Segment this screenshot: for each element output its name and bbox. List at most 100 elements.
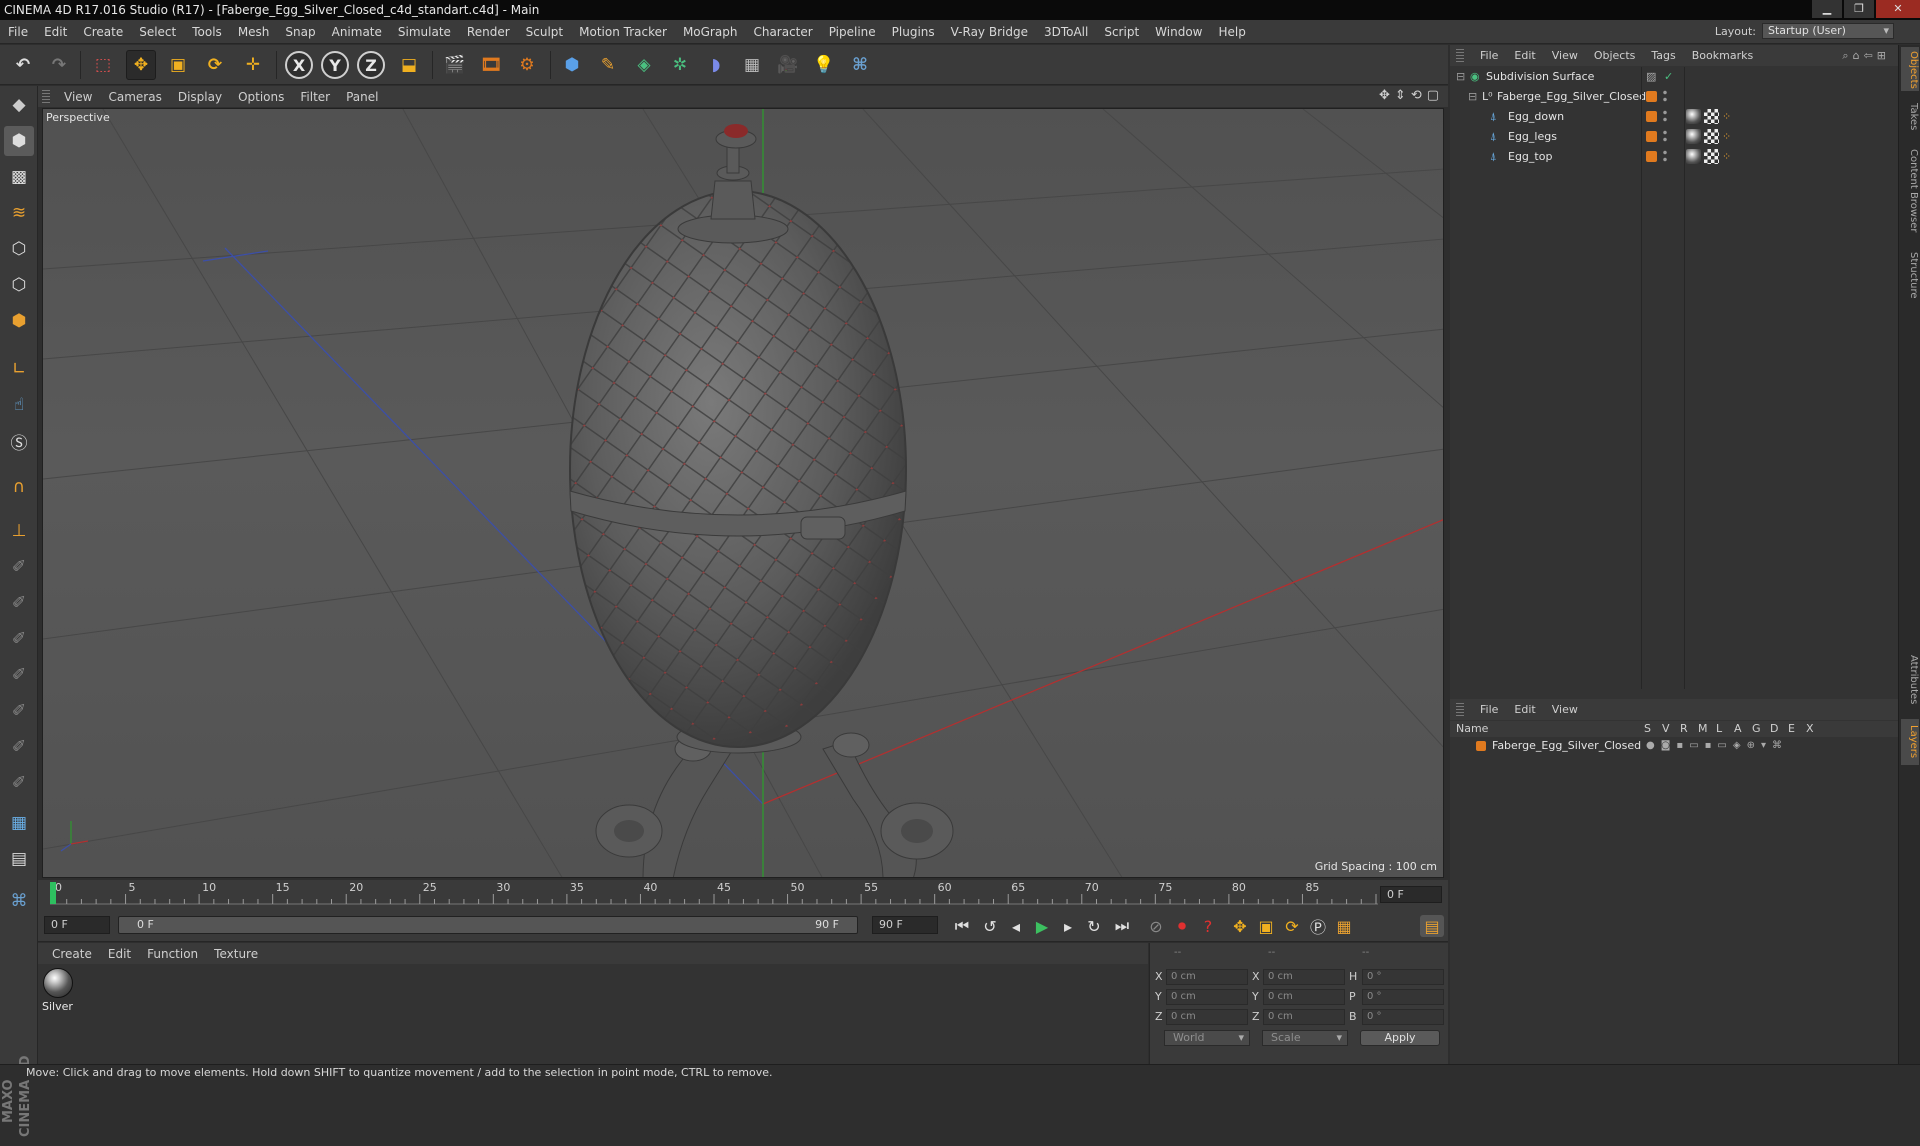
size-y-field[interactable]: 0 cm	[1263, 989, 1345, 1005]
object-row-egg-down[interactable]: ⍋ Egg_down ⁘	[1450, 107, 1898, 126]
model-mode-icon[interactable]: ⬢	[4, 126, 34, 156]
coordinate-space-dropdown[interactable]: World	[1164, 1030, 1250, 1046]
rotation-h-field[interactable]: 0 °	[1362, 969, 1444, 985]
viewport-menu-options[interactable]: Options	[230, 90, 292, 104]
render-view-icon[interactable]: 🎬	[440, 50, 470, 80]
layer-toggle-icons[interactable]: ●◙▪▭▪▭◈⊕▾⌘	[1646, 737, 1788, 754]
redo-icon[interactable]: ↷	[44, 50, 74, 80]
workplane-mode-icon[interactable]: ≋	[4, 198, 34, 228]
y-axis-lock-button[interactable]: Y	[321, 51, 349, 79]
menu-vray-bridge[interactable]: V-Ray Bridge	[943, 25, 1036, 39]
menu-select[interactable]: Select	[131, 25, 184, 39]
timeline-ruler[interactable]: 051015202530354045505560657075808590	[50, 880, 1378, 910]
menu-simulate[interactable]: Simulate	[390, 25, 459, 39]
make-editable-icon[interactable]: ◆	[4, 90, 34, 120]
brush-tool-2-icon[interactable]: ✐	[4, 588, 34, 618]
current-frame-field[interactable]: 0 F	[1380, 886, 1442, 903]
brush-tool-5-icon[interactable]: ✐	[4, 696, 34, 726]
layer-color-tag[interactable]	[1646, 151, 1657, 162]
light-icon[interactable]: 💡	[809, 50, 839, 80]
side-tab-structure[interactable]: Structure	[1901, 245, 1919, 305]
key-pla-icon[interactable]: ▦	[1332, 915, 1356, 937]
timeline[interactable]: 051015202530354045505560657075808590 0 F	[38, 880, 1448, 910]
phong-tag-icon[interactable]: ⁘	[1722, 107, 1731, 126]
record-keys-disabled-icon[interactable]: ⊘	[1144, 915, 1168, 937]
axis-mode-icon[interactable]: ∟	[4, 354, 34, 384]
brush-tool-4-icon[interactable]: ✐	[4, 660, 34, 690]
menu-snap[interactable]: Snap	[277, 25, 323, 39]
layers-menu-edit[interactable]: Edit	[1506, 703, 1543, 716]
menu-create[interactable]: Create	[75, 25, 131, 39]
previous-frame-icon[interactable]: ◂	[1004, 915, 1028, 937]
layer-color-tag[interactable]	[1646, 91, 1657, 102]
menu-window[interactable]: Window	[1147, 25, 1210, 39]
move-tool-icon[interactable]: ✥	[126, 50, 156, 80]
undo-icon[interactable]: ↶	[8, 50, 38, 80]
menu-mesh[interactable]: Mesh	[230, 25, 278, 39]
visibility-dots[interactable]	[1663, 109, 1667, 124]
material-tag-icon[interactable]	[1686, 149, 1701, 164]
subdivision-generator-icon[interactable]: ◈	[629, 50, 659, 80]
spline-pen-icon[interactable]: ✎	[593, 50, 623, 80]
rotate-tool-icon[interactable]: ⟳	[200, 50, 230, 80]
goto-end-icon[interactable]: ⏭	[1110, 915, 1134, 937]
multi-transform-icon[interactable]: ✛	[238, 50, 268, 80]
magnet-icon[interactable]: ∩	[4, 472, 34, 502]
object-row-faberge-egg[interactable]: ⊟ L⁰ Faberge_Egg_Silver_Closed	[1450, 87, 1898, 106]
brush-tool-7-icon[interactable]: ✐	[4, 768, 34, 798]
planar-workplane-icon[interactable]: ▤	[4, 844, 34, 874]
key-scale-icon[interactable]: ▣	[1254, 915, 1278, 937]
snap-toggle-icon[interactable]: Ⓢ	[4, 426, 34, 456]
side-tab-objects[interactable]: Objects	[1901, 47, 1919, 91]
autokey-icon[interactable]: ?	[1196, 915, 1220, 937]
live-selection-icon[interactable]: ⬚	[88, 50, 118, 80]
menu-pipeline[interactable]: Pipeline	[821, 25, 884, 39]
next-key-icon[interactable]: ↻	[1082, 915, 1106, 937]
layer-color-tag[interactable]	[1646, 131, 1657, 142]
object-manager-search-icons[interactable]: ⌕⌂⇦⊞	[1842, 49, 1890, 63]
edit-toggle-icon[interactable]: ▨	[1646, 67, 1656, 86]
mograph-cloner-icon[interactable]: ✲	[665, 50, 695, 80]
phong-tag-icon[interactable]: ⁘	[1722, 147, 1731, 166]
coordinate-system-icon[interactable]: ⬓	[394, 50, 424, 80]
next-frame-icon[interactable]: ▸	[1056, 915, 1080, 937]
texture-mode-icon[interactable]: ▩	[4, 162, 34, 192]
coordinate-mode-dropdown[interactable]: Scale	[1262, 1030, 1348, 1046]
preview-range-slider[interactable]: 0 F 90 F	[118, 916, 858, 934]
key-parameter-icon[interactable]: Ⓟ	[1306, 915, 1330, 937]
layer-color-tag[interactable]	[1646, 111, 1657, 122]
python-icon[interactable]: ⌘	[845, 50, 875, 80]
brush-tool-6-icon[interactable]: ✐	[4, 732, 34, 762]
menu-help[interactable]: Help	[1210, 25, 1253, 39]
previous-key-icon[interactable]: ↺	[978, 915, 1002, 937]
menu-animate[interactable]: Animate	[324, 25, 390, 39]
menu-render[interactable]: Render	[459, 25, 518, 39]
viewport-navigation-icons[interactable]: ✥⇕⟲▢	[1379, 88, 1444, 103]
texture-tag-icon[interactable]	[1704, 129, 1719, 144]
menu-3dtoall[interactable]: 3DToAll	[1036, 25, 1096, 39]
visibility-dots[interactable]	[1663, 89, 1667, 104]
close-button[interactable]: ✕	[1876, 0, 1920, 18]
material-tag-icon[interactable]	[1686, 129, 1701, 144]
size-z-field[interactable]: 0 cm	[1263, 1009, 1345, 1025]
side-tab-layers[interactable]: Layers	[1901, 719, 1919, 765]
position-y-field[interactable]: 0 cm	[1166, 989, 1248, 1005]
polygons-mode-icon[interactable]: ⬢	[4, 306, 34, 336]
brush-tool-3-icon[interactable]: ✐	[4, 624, 34, 654]
maximize-button[interactable]: ❐	[1844, 0, 1874, 18]
collapse-icon[interactable]: ⊟	[1468, 87, 1477, 106]
edges-mode-icon[interactable]: ⬡	[4, 270, 34, 300]
viewport-menu-cameras[interactable]: Cameras	[100, 90, 169, 104]
texture-tag-icon[interactable]	[1704, 109, 1719, 124]
object-row-egg-top[interactable]: ⍋ Egg_top ⁘	[1450, 147, 1898, 166]
material-tag-icon[interactable]	[1686, 109, 1701, 124]
material-silver-swatch[interactable]	[43, 968, 73, 998]
play-forward-icon[interactable]: ▶	[1030, 915, 1054, 937]
minimize-button[interactable]: ▁	[1812, 0, 1842, 18]
perspective-viewport[interactable]: Perspective Grid Spacing : 100 cm	[42, 108, 1444, 878]
phong-tag-icon[interactable]: ⁘	[1722, 127, 1731, 146]
material-menu-create[interactable]: Create	[38, 947, 100, 961]
viewport-menu-display[interactable]: Display	[170, 90, 230, 104]
collapse-icon[interactable]: ⊟	[1456, 67, 1465, 86]
points-mode-icon[interactable]: ⬡	[4, 234, 34, 264]
